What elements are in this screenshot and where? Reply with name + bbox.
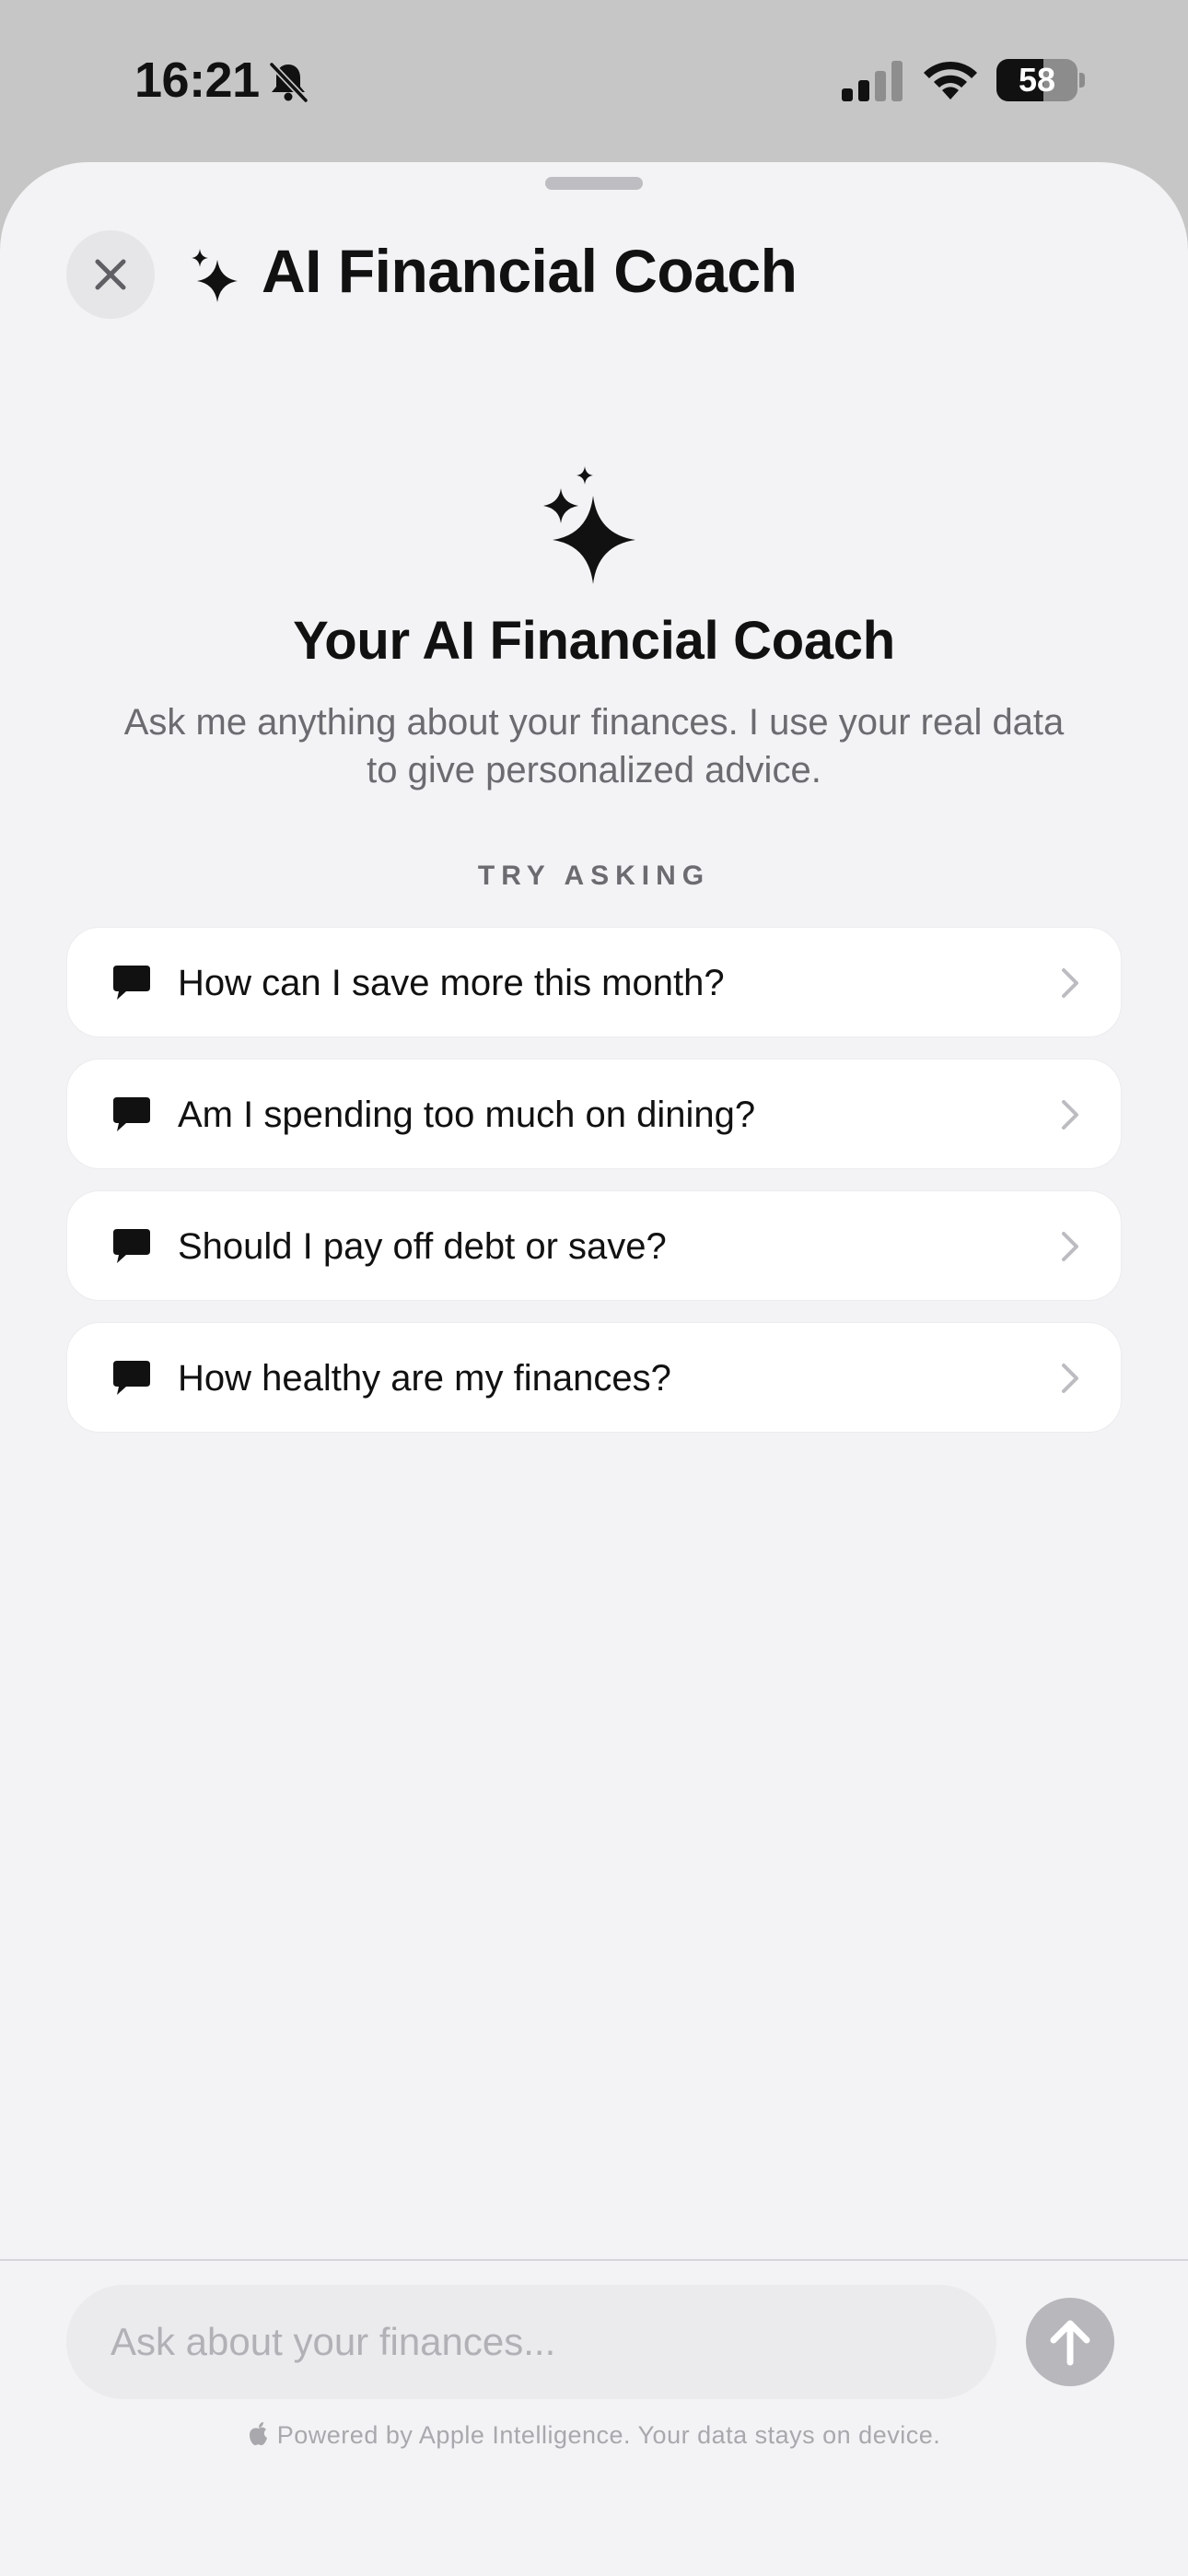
cellular-signal-icon [842, 61, 903, 101]
chat-bubble-icon [113, 966, 150, 1000]
wifi-icon [924, 61, 977, 100]
chevron-right-icon [1062, 1364, 1078, 1393]
page-title: AI Financial Coach [262, 237, 798, 305]
suggestion-list: How can I save more this month? Am I spe… [66, 927, 1122, 1454]
suggestion-button[interactable]: Am I spending too much on dining? [66, 1059, 1122, 1169]
close-button[interactable] [66, 230, 155, 319]
coach-sheet: AI Financial Coach Your AI Financial Coa… [0, 162, 1188, 2576]
chevron-right-icon [1062, 1100, 1078, 1130]
suggestion-label: How can I save more this month? [178, 963, 725, 1003]
hero-subtitle: Ask me anything about your finances. I u… [123, 702, 1065, 790]
arrow-up-icon [1050, 2320, 1090, 2366]
ask-input[interactable] [66, 2285, 996, 2399]
status-bar: 16:21 58 [0, 0, 1188, 157]
chat-bubble-icon [113, 1361, 150, 1395]
send-button[interactable] [1026, 2298, 1114, 2386]
suggestions-heading: TRY ASKING [477, 861, 711, 891]
hero-title: Your AI Financial Coach [293, 611, 895, 671]
bell-off-icon [269, 62, 309, 103]
suggestion-label: How healthy are my finances? [178, 1358, 671, 1399]
suggestion-button[interactable]: How can I save more this month? [66, 927, 1122, 1037]
chevron-right-icon [1062, 1232, 1078, 1261]
privacy-footnote: Powered by Apple Intelligence. Your data… [0, 2421, 1188, 2450]
chevron-right-icon [1062, 968, 1078, 998]
footer-text: Powered by Apple Intelligence. Your data… [276, 2421, 941, 2449]
screen: 16:21 58 AI Financial Coach Your AI Fina… [0, 0, 1188, 2576]
chat-bubble-icon [113, 1097, 150, 1131]
chat-bubble-icon [113, 1229, 150, 1263]
hero-sparkles-icon [543, 466, 635, 584]
sparkles-icon [192, 249, 238, 302]
status-time: 16:21 [134, 53, 260, 108]
suggestion-label: Should I pay off debt or save? [178, 1226, 667, 1267]
sheet-grabber[interactable] [545, 177, 643, 190]
battery-indicator: 58 [996, 59, 1085, 101]
composer-bar: Powered by Apple Intelligence. Your data… [0, 2259, 1188, 2576]
battery-level: 58 [1018, 61, 1056, 99]
suggestion-button[interactable]: How healthy are my finances? [66, 1322, 1122, 1433]
close-icon [95, 259, 126, 290]
suggestion-label: Am I spending too much on dining? [178, 1095, 756, 1135]
suggestion-button[interactable]: Should I pay off debt or save? [66, 1190, 1122, 1301]
apple-logo-icon [249, 2422, 267, 2446]
